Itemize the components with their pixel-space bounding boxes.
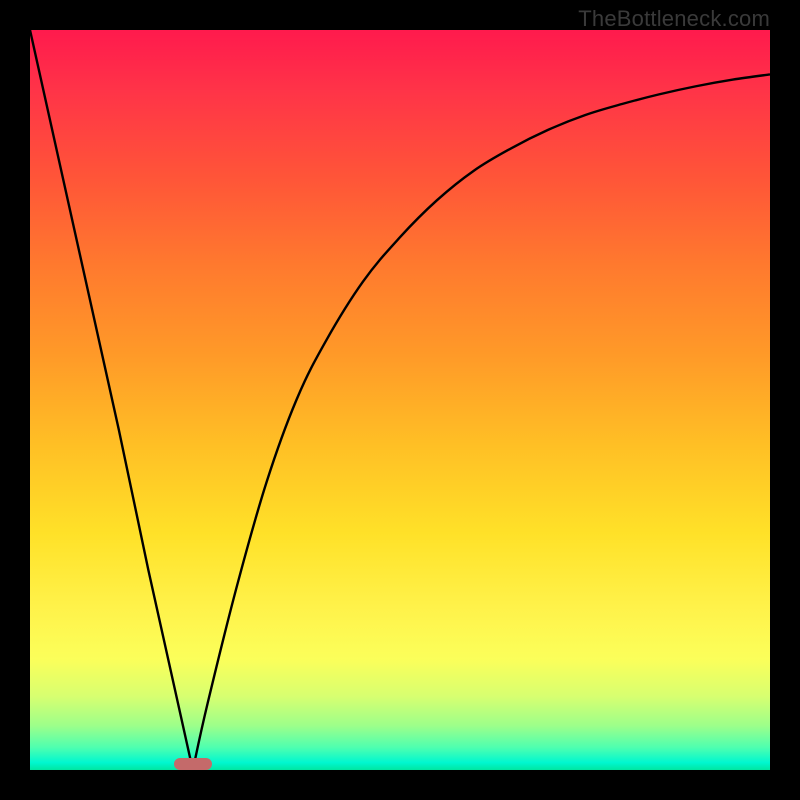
plot-area xyxy=(30,30,770,770)
chart-container: TheBottleneck.com xyxy=(0,0,800,800)
attribution-text: TheBottleneck.com xyxy=(578,6,770,32)
bottleneck-curve xyxy=(30,30,770,770)
curve-path xyxy=(30,30,770,770)
optimal-marker xyxy=(174,758,212,770)
